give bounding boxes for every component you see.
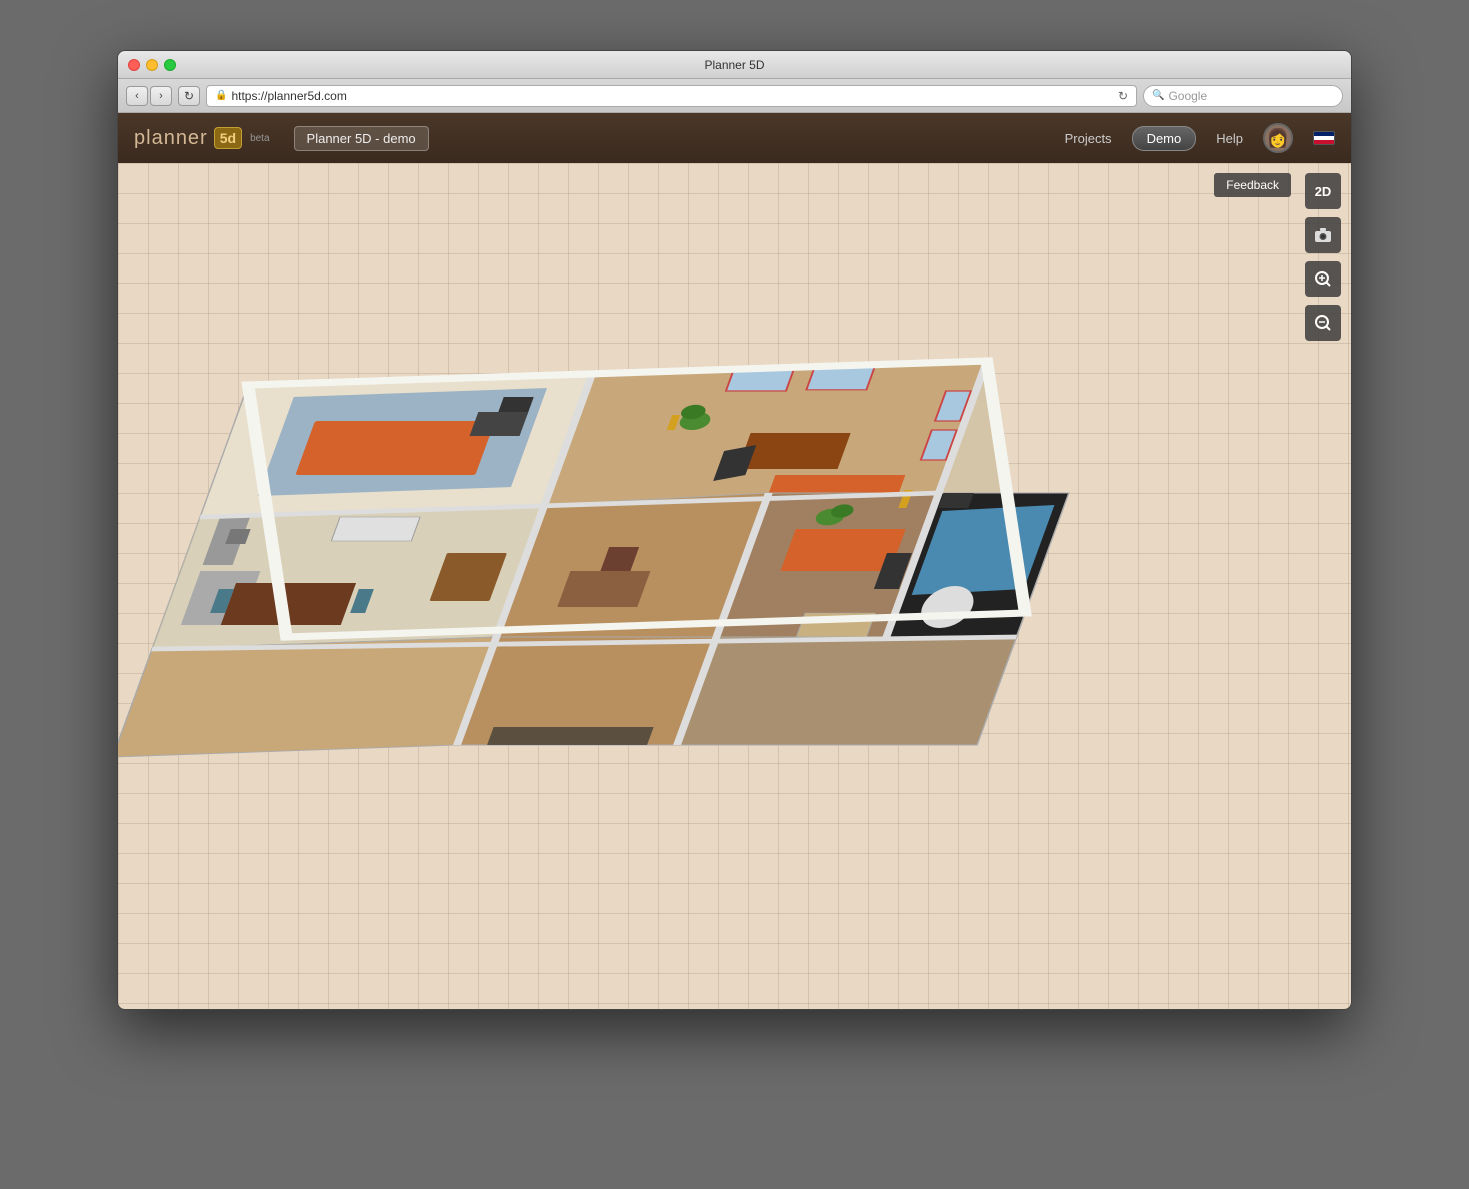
floor-plan-container [118, 163, 1351, 1010]
nav-projects[interactable]: Projects [1065, 131, 1112, 146]
maximize-button[interactable] [164, 59, 176, 71]
beta-badge: beta [250, 133, 269, 144]
title-bar: Planner 5D [118, 51, 1351, 79]
2d-button[interactable]: 2D [1305, 173, 1341, 209]
address-bar: ‹ › ↻ 🔒 https://planner5d.com ↻ 🔍 Google [118, 79, 1351, 113]
project-name-area: Planner 5D - demo [294, 126, 429, 151]
zoom-out-button[interactable] [1305, 305, 1341, 341]
language-flag[interactable] [1313, 131, 1335, 145]
url-bar[interactable]: 🔒 https://planner5d.com ↻ [206, 85, 1137, 107]
refresh-icon: ↻ [1118, 89, 1128, 103]
reload-button[interactable]: ↻ [178, 86, 200, 106]
search-bar[interactable]: 🔍 Google [1143, 85, 1343, 107]
app-header: planner 5d beta Planner 5D - demo Projec… [118, 113, 1351, 163]
forward-button[interactable]: › [150, 86, 172, 106]
logo-5d: 5d [214, 127, 242, 149]
close-button[interactable] [128, 59, 140, 71]
project-name-box[interactable]: Planner 5D - demo [294, 126, 429, 151]
logo-area: planner 5d beta [134, 127, 270, 150]
avatar[interactable]: 👩 [1263, 123, 1293, 153]
window-title: Planner 5D [704, 58, 764, 72]
right-toolbar: 2D [1305, 173, 1341, 341]
camera-button[interactable] [1305, 217, 1341, 253]
avatar-image: 👩 [1267, 128, 1289, 149]
header-nav: Projects Demo Help 👩 [1065, 123, 1335, 153]
feedback-button[interactable]: Feedback [1214, 173, 1291, 197]
back-button[interactable]: ‹ [126, 86, 148, 106]
mac-window: Planner 5D ‹ › ↻ 🔒 https://planner5d.com… [117, 50, 1352, 1010]
zoom-in-button[interactable] [1305, 261, 1341, 297]
nav-demo[interactable]: Demo [1132, 126, 1197, 151]
search-placeholder: Google [1168, 89, 1207, 103]
minimize-button[interactable] [146, 59, 158, 71]
secure-icon: 🔒 [215, 90, 227, 101]
nav-help[interactable]: Help [1216, 131, 1243, 146]
url-text: https://planner5d.com [231, 89, 346, 103]
search-icon: 🔍 [1152, 90, 1164, 101]
logo-text: planner [134, 127, 208, 150]
floor-plan-svg [118, 193, 1298, 1003]
main-canvas: Feedback 2D [118, 163, 1351, 1010]
traffic-lights [128, 59, 176, 71]
nav-buttons: ‹ › [126, 86, 172, 106]
